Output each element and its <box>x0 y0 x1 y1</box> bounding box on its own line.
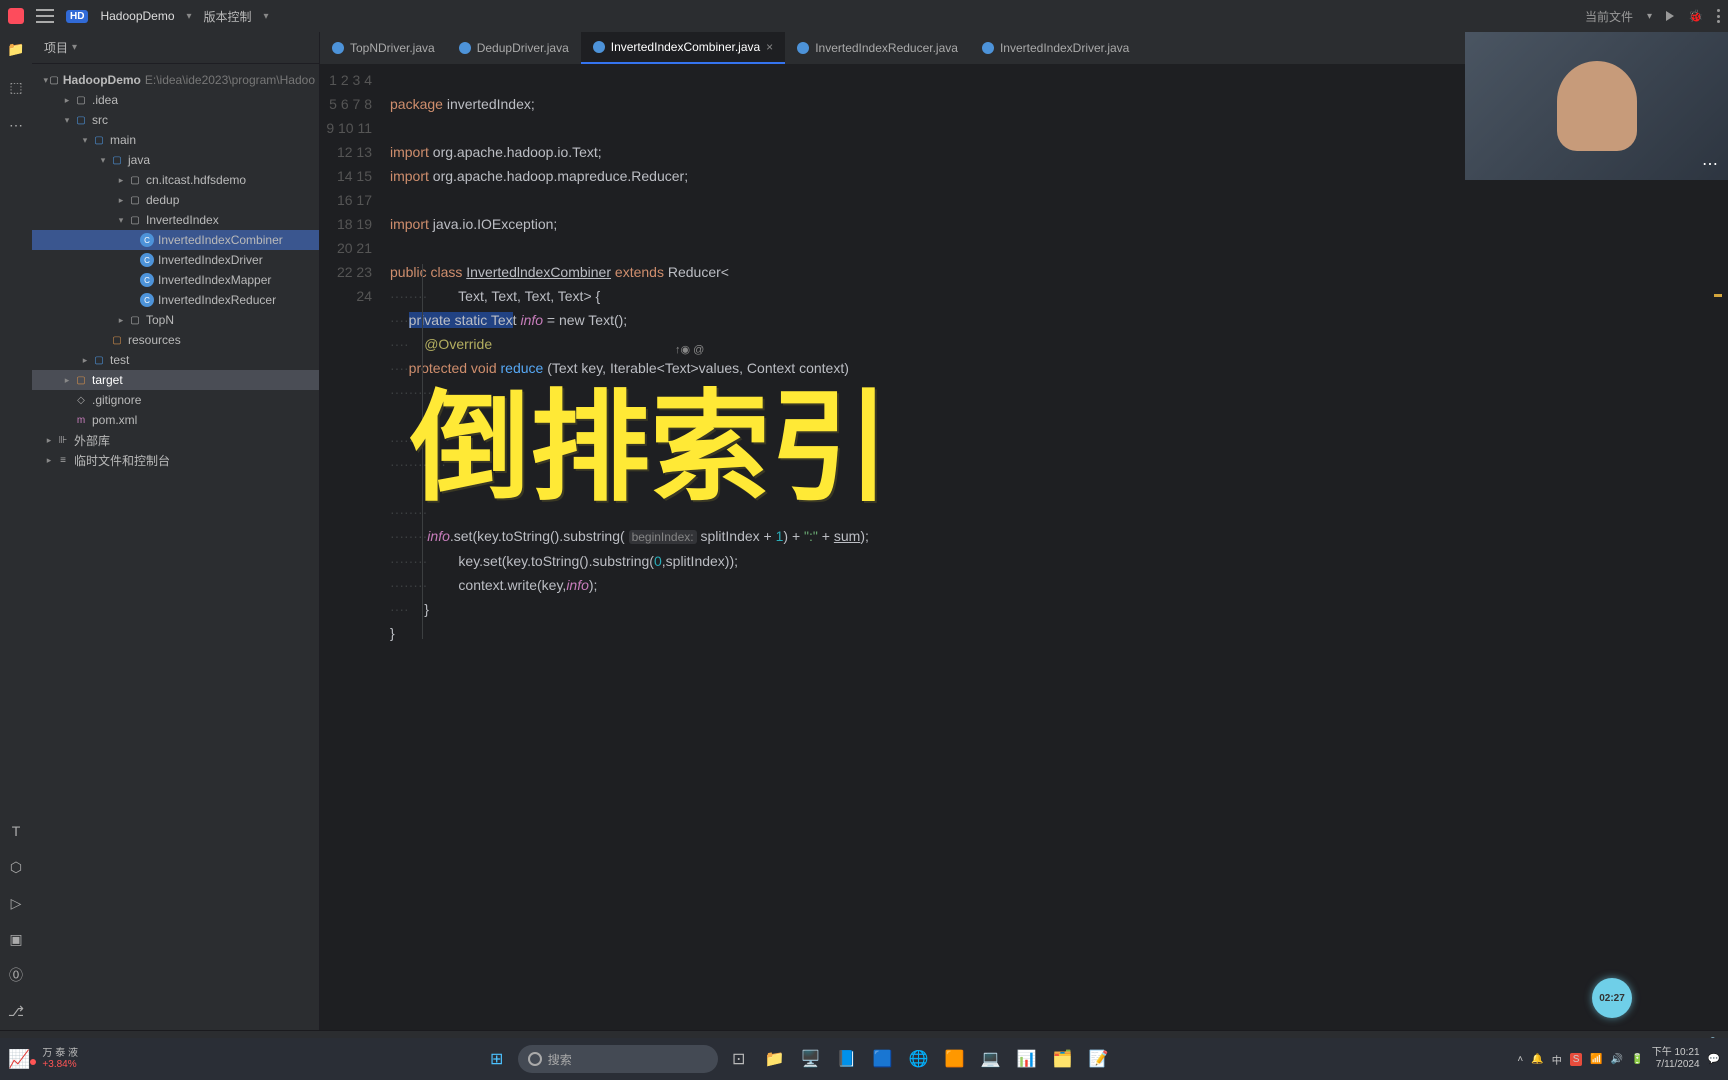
tree-item[interactable]: .gitignore <box>92 393 141 407</box>
volume-icon[interactable]: 🔊 <box>1611 1054 1623 1065</box>
problems-icon[interactable]: ⓪ <box>7 966 25 984</box>
recording-timer: 02:27 <box>1592 978 1632 1018</box>
taskbar-app-icon[interactable]: 🌐 <box>904 1044 934 1074</box>
system-clock[interactable]: 下午 10:21 7/11/2024 <box>1652 1047 1700 1071</box>
tab-label: InvertedIndexReducer.java <box>815 41 958 55</box>
java-file-icon <box>332 42 344 54</box>
more-icon[interactable] <box>1717 9 1720 23</box>
editor-tab[interactable]: TopNDriver.java <box>320 32 447 64</box>
project-tool-icon[interactable]: 📁 <box>7 40 25 58</box>
tree-item[interactable]: 外部库 <box>74 432 110 449</box>
stock-widget-icon[interactable]: 📈 <box>8 1049 36 1070</box>
ide-logo-icon <box>8 8 24 24</box>
wifi-icon[interactable]: 📶 <box>1590 1054 1602 1065</box>
webcam-menu-icon: ⋯ <box>1702 154 1720 174</box>
tree-item[interactable]: .idea <box>92 93 118 107</box>
search-icon <box>528 1052 542 1066</box>
start-button[interactable]: ⊞ <box>482 1044 512 1074</box>
tree-item[interactable]: src <box>92 113 108 127</box>
tree-item[interactable]: resources <box>128 333 181 347</box>
close-tab-icon[interactable]: × <box>766 40 773 54</box>
task-view-icon[interactable]: ⊡ <box>724 1044 754 1074</box>
taskbar-search[interactable]: 搜索 <box>518 1045 718 1073</box>
tree-item[interactable]: pom.xml <box>92 413 137 427</box>
tree-item[interactable]: 临时文件和控制台 <box>74 452 170 469</box>
run-icon[interactable] <box>1666 11 1674 21</box>
git-icon[interactable]: ⎇ <box>7 1002 25 1020</box>
tree-root-path: E:\idea\ide2023\program\Hadoo <box>145 73 315 87</box>
tree-item[interactable]: main <box>110 133 136 147</box>
sidebar-title: 项目 <box>44 39 68 56</box>
webcam-overlay: ⋯ <box>1465 32 1728 180</box>
vcs-menu[interactable]: 版本控制 <box>204 8 252 25</box>
taskbar-app-icon[interactable]: 🟧 <box>940 1044 970 1074</box>
chevron-down-icon[interactable]: ▾ <box>187 11 192 22</box>
tree-item[interactable]: InvertedIndex <box>146 213 219 227</box>
build-icon[interactable]: ▣ <box>7 930 25 948</box>
code-editor[interactable]: 1 2 3 4 5 6 7 8 9 10 11 12 13 14 15 16 1… <box>320 64 1728 1030</box>
taskbar-app-icon[interactable]: 📘 <box>832 1044 862 1074</box>
tree-item[interactable]: cn.itcast.hdfsdemo <box>146 173 246 187</box>
run-tool-icon[interactable]: ▷ <box>7 894 25 912</box>
tree-item[interactable]: InvertedIndexReducer <box>158 293 276 307</box>
search-placeholder: 搜索 <box>548 1051 572 1068</box>
chevron-down-icon[interactable]: ▾ <box>72 42 77 53</box>
tree-root[interactable]: HadoopDemo <box>63 73 141 87</box>
tab-label: TopNDriver.java <box>350 41 435 55</box>
project-badge: HD <box>66 10 88 23</box>
tray-chevron-icon[interactable]: ˄ <box>1517 1054 1523 1065</box>
tree-item[interactable]: InvertedIndexMapper <box>158 273 271 287</box>
tree-item[interactable]: target <box>92 373 123 387</box>
java-file-icon <box>797 42 809 54</box>
structure-tool-icon[interactable]: ⬚ <box>7 78 25 96</box>
project-name[interactable]: HadoopDemo <box>100 9 174 23</box>
notification-icon[interactable]: 💬 <box>1708 1054 1720 1065</box>
chevron-down-icon[interactable]: ▾ <box>1647 11 1652 22</box>
taskbar-app-icon[interactable]: 🖥️ <box>796 1044 826 1074</box>
stock-widget[interactable]: 万 泰 液 +3.84% <box>42 1048 78 1070</box>
debug-icon[interactable]: 🐞 <box>1688 9 1703 23</box>
tree-item[interactable]: TopN <box>146 313 174 327</box>
taskbar-app-icon[interactable]: 📊 <box>1012 1044 1042 1074</box>
project-tree[interactable]: ▾▢HadoopDemoE:\idea\ide2023\program\Hado… <box>32 64 319 1030</box>
java-file-icon <box>459 42 471 54</box>
taskbar-app-icon[interactable]: 🗂️ <box>1048 1044 1078 1074</box>
tree-item[interactable]: InvertedIndexDriver <box>158 253 263 267</box>
tree-item[interactable]: java <box>128 153 150 167</box>
tab-label: InvertedIndexDriver.java <box>1000 41 1129 55</box>
tab-label: InvertedIndexCombiner.java <box>611 40 760 54</box>
editor-tab[interactable]: DedupDriver.java <box>447 32 581 64</box>
terminal-icon[interactable]: T <box>7 822 25 840</box>
more-tool-icon[interactable]: ⋯ <box>7 116 25 134</box>
tree-item-selected[interactable]: InvertedIndexCombiner <box>158 233 283 247</box>
main-menu-icon[interactable] <box>36 9 54 23</box>
tray-icon[interactable]: S <box>1570 1053 1583 1066</box>
taskbar-app-icon[interactable]: 💻 <box>976 1044 1006 1074</box>
chevron-down-icon[interactable]: ▾ <box>264 11 269 22</box>
current-file-label[interactable]: 当前文件 <box>1585 8 1633 25</box>
taskbar-app-icon[interactable]: 📁 <box>760 1044 790 1074</box>
taskbar-app-icon[interactable]: 🟦 <box>868 1044 898 1074</box>
tray-icon[interactable]: 🔔 <box>1531 1054 1543 1065</box>
taskbar-app-icon[interactable]: 📝 <box>1084 1044 1114 1074</box>
battery-icon[interactable]: 🔋 <box>1631 1054 1643 1065</box>
tree-item[interactable]: test <box>110 353 129 367</box>
line-gutter: 1 2 3 4 5 6 7 8 9 10 11 12 13 14 15 16 1… <box>320 64 390 1030</box>
tab-label: DedupDriver.java <box>477 41 569 55</box>
warning-stripe[interactable] <box>1714 294 1722 297</box>
services-icon[interactable]: ⬡ <box>7 858 25 876</box>
editor-tab[interactable]: InvertedIndexDriver.java <box>970 32 1141 64</box>
ime-indicator[interactable]: 中 <box>1552 1052 1562 1067</box>
tree-item[interactable]: dedup <box>146 193 179 207</box>
video-overlay-title: 倒排索引 <box>410 350 890 524</box>
java-file-icon <box>982 42 994 54</box>
editor-tab-active[interactable]: InvertedIndexCombiner.java × <box>581 32 785 64</box>
editor-tab[interactable]: InvertedIndexReducer.java <box>785 32 970 64</box>
java-file-icon <box>593 41 605 53</box>
